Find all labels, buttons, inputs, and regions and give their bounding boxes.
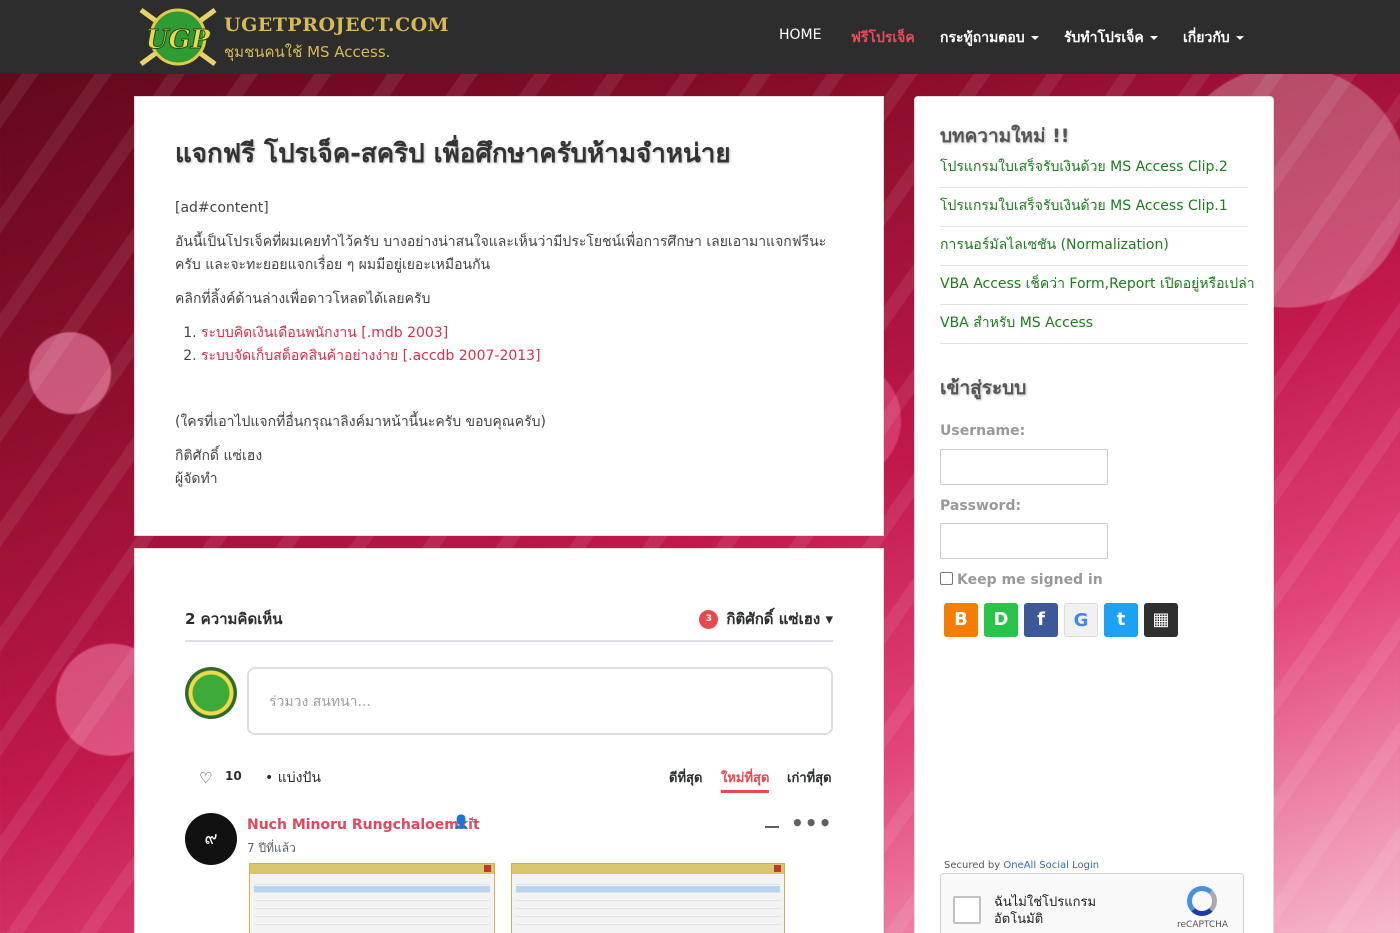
heart-icon[interactable]: ♡: [199, 769, 212, 787]
ad-tag: [ad#content]: [175, 200, 269, 216]
sort-oldest[interactable]: เก่าที่สุด: [787, 767, 832, 788]
post-author-role: ผู้จัดทำ: [175, 471, 218, 487]
top-navbar: UGP UGETPROJECT.COM ชุมชนคนใช้ MS Access…: [0, 0, 1400, 74]
keep-signed-in-label: Keep me signed in: [957, 572, 1103, 588]
twitter-icon[interactable]: t: [1104, 603, 1138, 637]
avatar[interactable]: [185, 667, 237, 719]
nav-free-projects-label: ฟรีโปรเจ็ค: [851, 30, 915, 46]
download-link-stock[interactable]: ระบบจัดเก็บสต็อคสินค้าอย่างง่าย [.accdb …: [201, 348, 541, 364]
share-button[interactable]: • แบ่งปัน: [265, 767, 321, 789]
chevron-down-icon: [1149, 36, 1158, 40]
commenter-name[interactable]: Nuch Minoru Rungchaloemkit: [247, 817, 480, 833]
nav-about[interactable]: เกี่ยวกับ: [1183, 27, 1244, 49]
list-item: ระบบจัดเก็บสต็อคสินค้าอย่างง่าย [.accdb …: [201, 345, 845, 368]
nav-forum-label: กระทู้ถามตอบ: [940, 30, 1025, 46]
recaptcha-logo-icon: [1187, 886, 1217, 916]
list-item: ระบบคิดเงินเดือนพนักงาน [.mdb 2003]: [201, 322, 845, 345]
nav-free-projects[interactable]: ฟรีโปรเจ็ค: [851, 27, 915, 49]
sidebar-article-link[interactable]: VBA สำหรับ MS Access: [940, 305, 1248, 344]
chevron-down-icon: [1030, 36, 1039, 40]
sidebar-article-link[interactable]: การนอร์มัลไลเซชัน (Normalization): [940, 227, 1248, 266]
collapse-icon[interactable]: [765, 826, 779, 828]
comment-input[interactable]: ร่วมวง สนทนา...: [247, 667, 833, 735]
recaptcha-text: ฉันไม่ใช่โปรแกรม อัตโนมัติ: [994, 895, 1097, 927]
nav-hire-project-label: รับทำโปรเจ็ค: [1064, 30, 1144, 46]
download-link-payroll[interactable]: ระบบคิดเงินเดือนพนักงาน [.mdb 2003]: [201, 325, 448, 341]
blogger-icon[interactable]: B: [944, 603, 978, 637]
follow-user-icon[interactable]: 👤⁺: [453, 815, 476, 830]
windows-icon[interactable]: ▦: [1144, 603, 1178, 637]
sidebar: บทความใหม่ !! โปรแกรมใบเสร็จรับเงินด้วย …: [914, 96, 1274, 933]
share-label: แบ่งปัน: [277, 770, 321, 786]
sort-newest[interactable]: ใหม่ที่สุด: [721, 767, 770, 793]
nav-forum[interactable]: กระทู้ถามตอบ: [940, 27, 1039, 49]
keep-signed-in[interactable]: Keep me signed in: [940, 572, 1103, 588]
nav-about-label: เกี่ยวกับ: [1183, 30, 1230, 46]
post-body: [ad#content] อันนี้เป็นโปรเจ็คที่ผมเคยทำ…: [175, 197, 845, 491]
post-panel: แจกฟรี โปรเจ็ค-สคริป เพื่อศึกษาครับห้ามจ…: [134, 96, 884, 536]
post-note: (ใครที่เอาไปแจกที่อื่นกรุณาลิงค์มาหน้านี…: [175, 414, 547, 430]
password-label: Password:: [940, 498, 1022, 514]
main-nav: HOME ฟรีโปรเจ็ค กระทู้ถามตอบ รับทำโปรเจ็…: [0, 27, 1400, 49]
nav-home-label: HOME: [779, 27, 822, 43]
disqus-username: กิติศักดิ์ แซ่เฮง: [726, 610, 821, 628]
comments-panel: 2 ความคิดเห็น 3 กิติศักดิ์ แซ่เฮง ▾ ร่วมว…: [134, 548, 884, 933]
post-title: แจกฟรี โปรเจ็ค-สคริป เพื่อศึกษาครับห้ามจ…: [175, 139, 731, 169]
disqus-user-menu[interactable]: 3 กิติศักดิ์ แซ่เฮง ▾: [699, 607, 833, 631]
login-heading: เข้าสู่ระบบ: [940, 377, 1027, 399]
like-count: 10: [225, 769, 242, 783]
keep-signed-in-checkbox[interactable]: [940, 572, 953, 585]
notification-badge[interactable]: 3: [699, 610, 719, 629]
post-instruction: คลิกที่ลิ้งค์ด้านล่างเพื่อดาวโหลดได้เลยค…: [175, 291, 431, 307]
more-options-icon[interactable]: •••: [791, 811, 832, 835]
recaptcha-brand: reCAPTCHA: [1177, 920, 1229, 930]
username-label: Username:: [940, 423, 1026, 439]
post-author: กิติศักดิ์ แซ่เฮง: [175, 448, 263, 464]
sidebar-article-link[interactable]: โปรแกรมใบเสร็จรับเงินด้วย MS Access Clip…: [940, 188, 1248, 227]
divider: [185, 640, 833, 642]
recaptcha-widget: ฉันไม่ใช่โปรแกรม อัตโนมัติ reCAPTCHA: [940, 873, 1244, 933]
new-articles-list: โปรแกรมใบเสร็จรับเงินด้วย MS Access Clip…: [940, 149, 1255, 344]
secured-by-text: Secured by OneAll Social Login: [944, 860, 1099, 871]
sidebar-article-link[interactable]: โปรแกรมใบเสร็จรับเงินด้วย MS Access Clip…: [940, 149, 1248, 188]
post-intro: อันนี้เป็นโปรเจ็คที่ผมเคยทำไว้ครับ บางอย…: [175, 234, 827, 273]
secured-prefix: Secured by: [944, 860, 1001, 871]
discussion-actions: ♡ 10 • แบ่งปัน ดีที่สุด ใหม่ที่สุด เก่าท…: [185, 767, 833, 793]
disqus-icon[interactable]: D: [984, 603, 1018, 637]
download-list: ระบบคิดเงินเดือนพนักงาน [.mdb 2003] ระบบ…: [201, 322, 845, 368]
recaptcha-checkbox[interactable]: [953, 896, 981, 924]
chevron-down-icon: ▾: [825, 610, 833, 628]
facebook-icon[interactable]: f: [1024, 603, 1058, 637]
comment-image[interactable]: [511, 863, 785, 933]
chevron-down-icon: [1235, 36, 1244, 40]
comment-time[interactable]: 7 ปีที่แล้ว: [247, 839, 296, 858]
sidebar-article-link[interactable]: VBA Access เช็คว่า Form,Report เปิดอยู่ห…: [940, 266, 1255, 305]
commenter-avatar[interactable]: ๙: [185, 813, 237, 865]
nav-hire-project[interactable]: รับทำโปรเจ็ค: [1064, 27, 1158, 49]
oneall-link[interactable]: OneAll Social Login: [1003, 860, 1099, 871]
password-field[interactable]: [940, 523, 1108, 559]
username-field[interactable]: [940, 449, 1108, 485]
new-articles-heading: บทความใหม่ !!: [940, 125, 1070, 147]
sort-best[interactable]: ดีที่สุด: [669, 767, 702, 788]
nav-home[interactable]: HOME: [779, 27, 821, 43]
comment-image[interactable]: [249, 863, 495, 933]
comment-count: 2 ความคิดเห็น: [185, 610, 283, 628]
google-icon[interactable]: G: [1064, 603, 1098, 637]
